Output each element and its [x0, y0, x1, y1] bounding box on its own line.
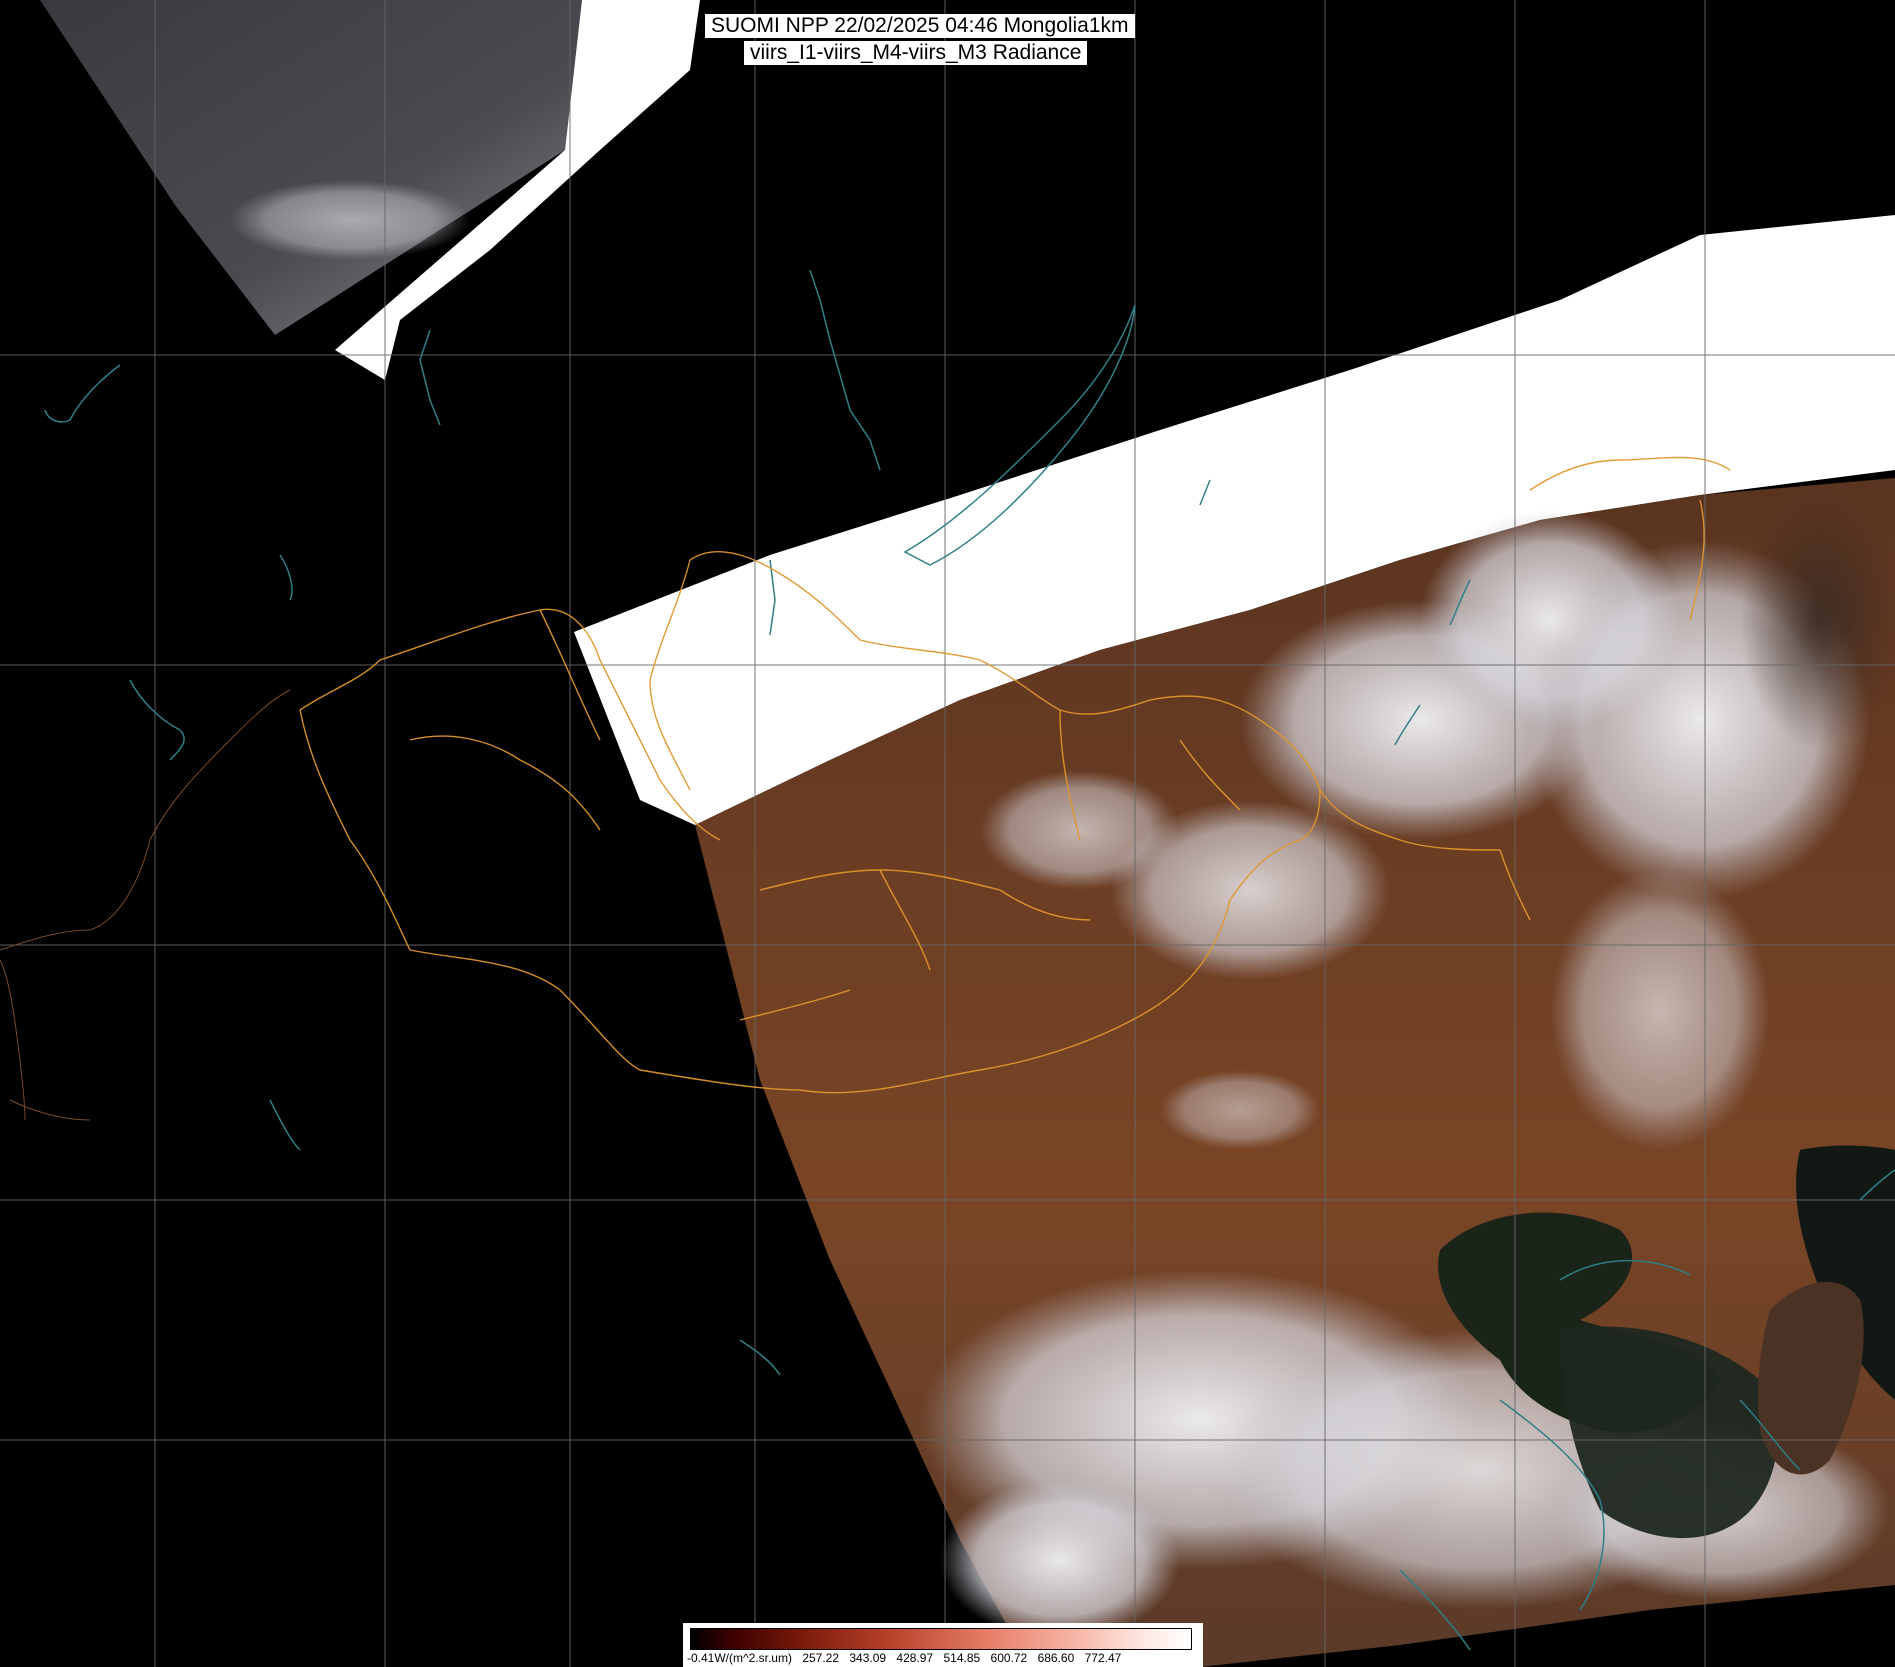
- colorbar-labels: -0.41W/(m^2.sr.um) 257.22 343.09 428.97 …: [687, 1651, 1199, 1665]
- colorbar-tick: 600.72: [990, 1651, 1028, 1665]
- title-satellite-date: SUOMI NPP 22/02/2025 04:46 Mongolia1km: [705, 14, 1135, 38]
- western-border: [0, 689, 291, 1121]
- colorbar-unit-label: -0.41W/(m^2.sr.um): [687, 1651, 792, 1665]
- satellite-image: [0, 0, 1895, 1667]
- north-image-strip: [40, 0, 582, 335]
- colorbar-tick: 772.47: [1084, 1651, 1122, 1665]
- colorbar-tick: 343.09: [849, 1651, 887, 1665]
- colorbar-tick: 428.97: [896, 1651, 934, 1665]
- colorbar-legend: -0.41W/(m^2.sr.um) 257.22 343.09 428.97 …: [683, 1623, 1203, 1667]
- colorbar-tick: 686.60: [1037, 1651, 1075, 1665]
- title-product: viirs_I1-viirs_M4-viirs_M3 Radiance: [744, 41, 1088, 65]
- satellite-map-view: SUOMI NPP 22/02/2025 04:46 Mongolia1km v…: [0, 0, 1895, 1667]
- colorbar-tick: 514.85: [943, 1651, 981, 1665]
- colorbar-tick: 257.22: [802, 1651, 840, 1665]
- colorbar-gradient: [690, 1628, 1192, 1650]
